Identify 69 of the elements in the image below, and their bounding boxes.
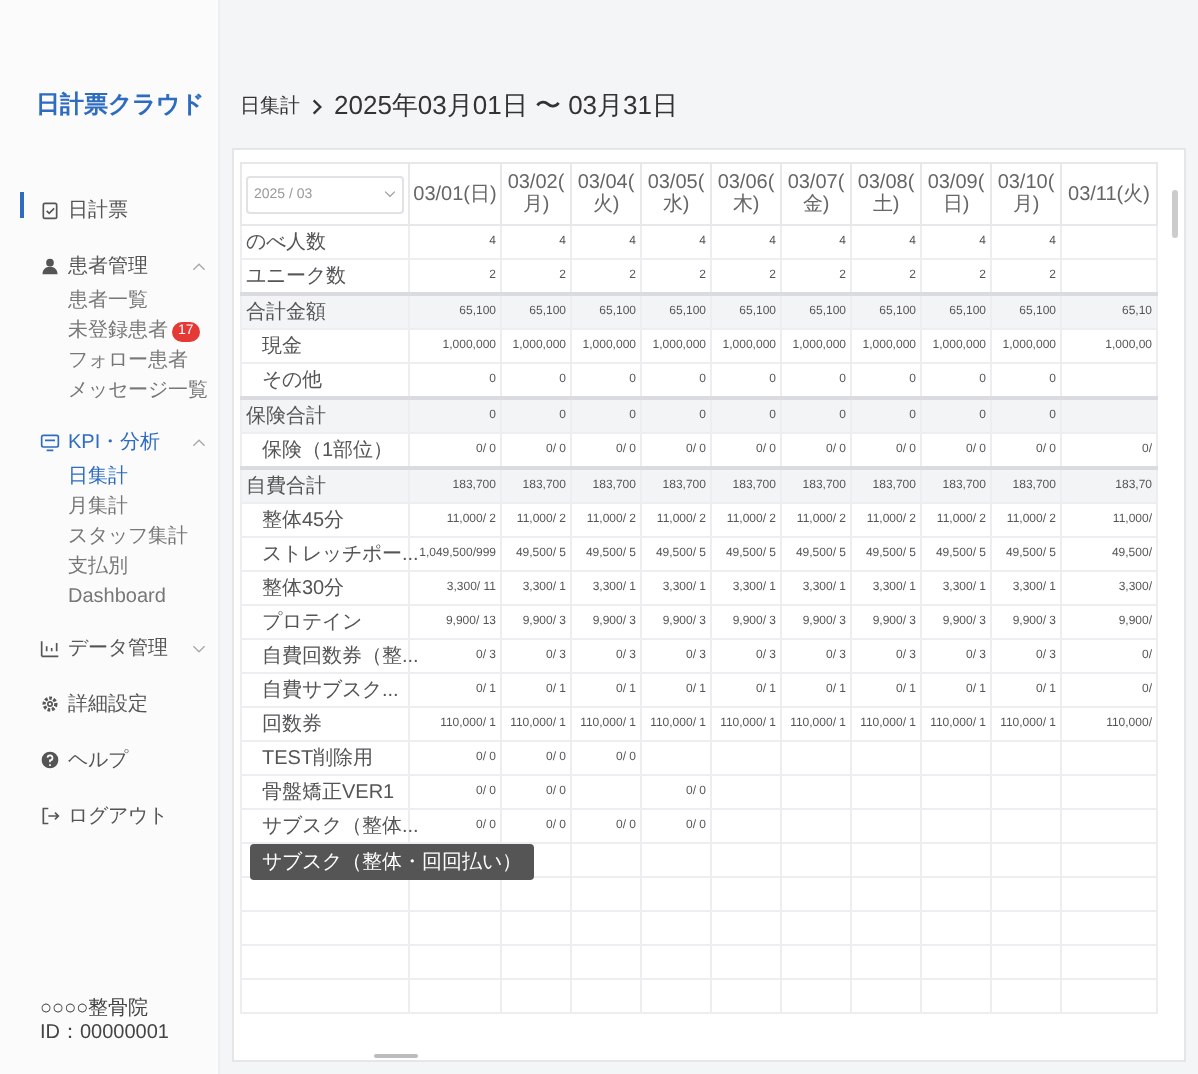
nav-subitem-label: 日集計 (68, 464, 128, 490)
nav-item[interactable]: 詳細設定 (0, 680, 218, 724)
nav-subitem[interactable]: Dashboard (0, 582, 218, 612)
monitor-icon (40, 432, 60, 452)
app-logo: 日計票クラウド (34, 88, 206, 122)
column-header: 03/01(日) (413, 183, 497, 205)
nav-subitem[interactable]: メッセージ一覧 (0, 376, 218, 406)
nav-item[interactable]: 患者管理 (0, 242, 218, 286)
nav-subitem[interactable]: 月集計 (0, 492, 218, 522)
nav-item[interactable]: 日計票 (0, 186, 218, 230)
row-label: その他 (260, 370, 322, 392)
row-label: 整体30分 (260, 578, 345, 600)
column-header: 03/05(水) (647, 172, 705, 216)
column-header: 03/07(金) (787, 172, 845, 216)
nav-item[interactable]: KPI・分析 (0, 418, 218, 462)
logout-icon (40, 806, 60, 826)
row-label: 回数券 (260, 714, 322, 736)
nav-subitem-label: Dashboard (68, 584, 166, 610)
account-id: ID：00000001 (40, 1022, 171, 1046)
nav-item[interactable]: ログアウト (0, 792, 218, 836)
breadcrumb-link[interactable]: 日集計 (240, 92, 300, 120)
nav-subitem[interactable]: フォロー患者 (0, 346, 218, 376)
nav-subitem[interactable]: 患者一覧 (0, 286, 218, 316)
row-label: ユニーク数 (246, 266, 346, 288)
clinic-name: ○○○○整骨院 (40, 998, 151, 1022)
person-icon (40, 256, 60, 276)
row-label: TEST削除用 (260, 748, 374, 770)
nav-subitem-label: フォロー患者 (68, 348, 188, 374)
row-label: 自費サブスク... (260, 680, 399, 702)
column-header: 03/04(火) (577, 172, 635, 216)
clipboard-check-icon (40, 200, 60, 220)
scrollbar[interactable] (1172, 190, 1178, 238)
scrollbar[interactable] (374, 1054, 418, 1058)
nav-subitem[interactable]: 支払別 (0, 552, 218, 582)
settings-icon (40, 694, 60, 714)
column-header: 03/09(日) (927, 172, 985, 216)
nav-subitem[interactable]: スタッフ集計 (0, 522, 218, 552)
nav-subitem-label: 支払別 (68, 554, 128, 580)
people-chart-icon (40, 638, 60, 658)
page-title: 2025年03月01日 〜 03月31日 (334, 88, 678, 124)
nav-subitem-label: メッセージ一覧 (68, 378, 208, 404)
column-header: 03/02(月) (507, 172, 565, 216)
row-label: 自費合計 (246, 476, 326, 498)
row-label: 整体45分 (260, 510, 345, 532)
row-label: 保険合計 (246, 406, 326, 428)
nav-subitem-label: 月集計 (68, 494, 128, 520)
help-icon (40, 750, 60, 770)
nav-subitem[interactable]: 日集計 (0, 462, 218, 492)
row-label: ストレッチポー... (260, 544, 419, 566)
row-label: のべ人数 (246, 232, 326, 254)
row-label: 現金 (260, 336, 302, 358)
row-label: 合計金額 (246, 302, 326, 324)
column-header: 03/06(木) (717, 172, 775, 216)
nav-subitem-label: スタッフ集計 (68, 524, 188, 550)
nav-subitem-label: 未登録患者 (68, 318, 168, 344)
row-label: プロテイン (260, 612, 362, 634)
nav-item[interactable]: データ管理 (0, 624, 218, 668)
tooltip: サブスク（整体・回回払い） (250, 844, 534, 880)
row-label: 骨盤矯正VER1 (260, 782, 395, 804)
row-label: サブスク（整体... (260, 816, 419, 838)
column-header: 03/08(土) (857, 172, 915, 216)
row-label: 保険（1部位） (260, 440, 394, 462)
chevron-right-icon (312, 97, 322, 115)
column-header: 03/11(火) (1068, 183, 1150, 205)
nav-item[interactable]: ヘルプ (0, 736, 218, 780)
chevron-down-icon (384, 190, 396, 198)
nav-subitem-label: 患者一覧 (68, 288, 148, 314)
column-header: 03/10(月) (997, 172, 1055, 216)
row-label: 自費回数券（整... (260, 646, 419, 668)
